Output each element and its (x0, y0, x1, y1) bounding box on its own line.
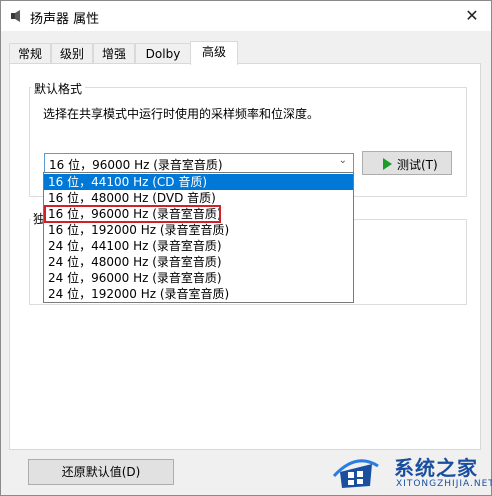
title-bar: 扬声器 属性 ✕ (1, 1, 491, 31)
tab-enhancements[interactable]: 增强 (93, 43, 135, 64)
default-format-label: 默认格式 (31, 80, 86, 97)
test-button[interactable]: 测试(T) (362, 151, 452, 175)
format-option[interactable]: 24 位，192000 Hz (录音室音质) (44, 286, 353, 302)
speaker-icon (11, 10, 20, 22)
format-option[interactable]: 24 位，44100 Hz (录音室音质) (44, 238, 353, 254)
default-format-description: 选择在共享模式中运行时使用的采样频率和位深度。 (43, 107, 320, 121)
tab-levels[interactable]: 级别 (51, 43, 93, 64)
format-select[interactable]: 16 位，96000 Hz (录音室音质) ⌄ (44, 153, 354, 173)
format-option[interactable]: 16 位，44100 Hz (CD 音质) (44, 174, 353, 190)
highlight-annotation-box (44, 205, 221, 223)
format-selected-value: 16 位，96000 Hz (录音室音质) (49, 158, 223, 172)
format-option[interactable]: 16 位，192000 Hz (录音室音质) (44, 222, 353, 238)
play-icon (383, 158, 392, 170)
tab-dolby[interactable]: Dolby (135, 43, 191, 64)
tab-advanced[interactable]: 高级 (190, 41, 238, 65)
tab-general[interactable]: 常规 (9, 43, 51, 64)
watermark-url: XITONGZHIJIA.NET (396, 479, 492, 489)
format-option[interactable]: 24 位，48000 Hz (录音室音质) (44, 254, 353, 270)
close-icon[interactable]: ✕ (461, 5, 483, 27)
format-option[interactable]: 24 位，96000 Hz (录音室音质) (44, 270, 353, 286)
format-option[interactable]: 16 位，48000 Hz (DVD 音质) (44, 190, 353, 206)
format-dropdown-list[interactable]: 16 位，44100 Hz (CD 音质) 16 位，48000 Hz (DVD… (43, 172, 354, 303)
window-title: 扬声器 属性 (30, 12, 100, 27)
restore-defaults-button[interactable]: 还原默认值(D) (28, 459, 174, 485)
watermark-name: 系统之家 (394, 456, 478, 480)
speaker-properties-window: 扬声器 属性 ✕ 常规 级别 增强 Dolby 高级 默认格式 选择在共享模式中… (0, 0, 492, 496)
chevron-down-icon[interactable]: ⌄ (339, 155, 347, 166)
site-watermark: 系统之家 XITONGZHIJIA.NET (330, 448, 492, 496)
watermark-logo-icon (332, 459, 379, 488)
test-button-label: 测试(T) (397, 158, 438, 172)
